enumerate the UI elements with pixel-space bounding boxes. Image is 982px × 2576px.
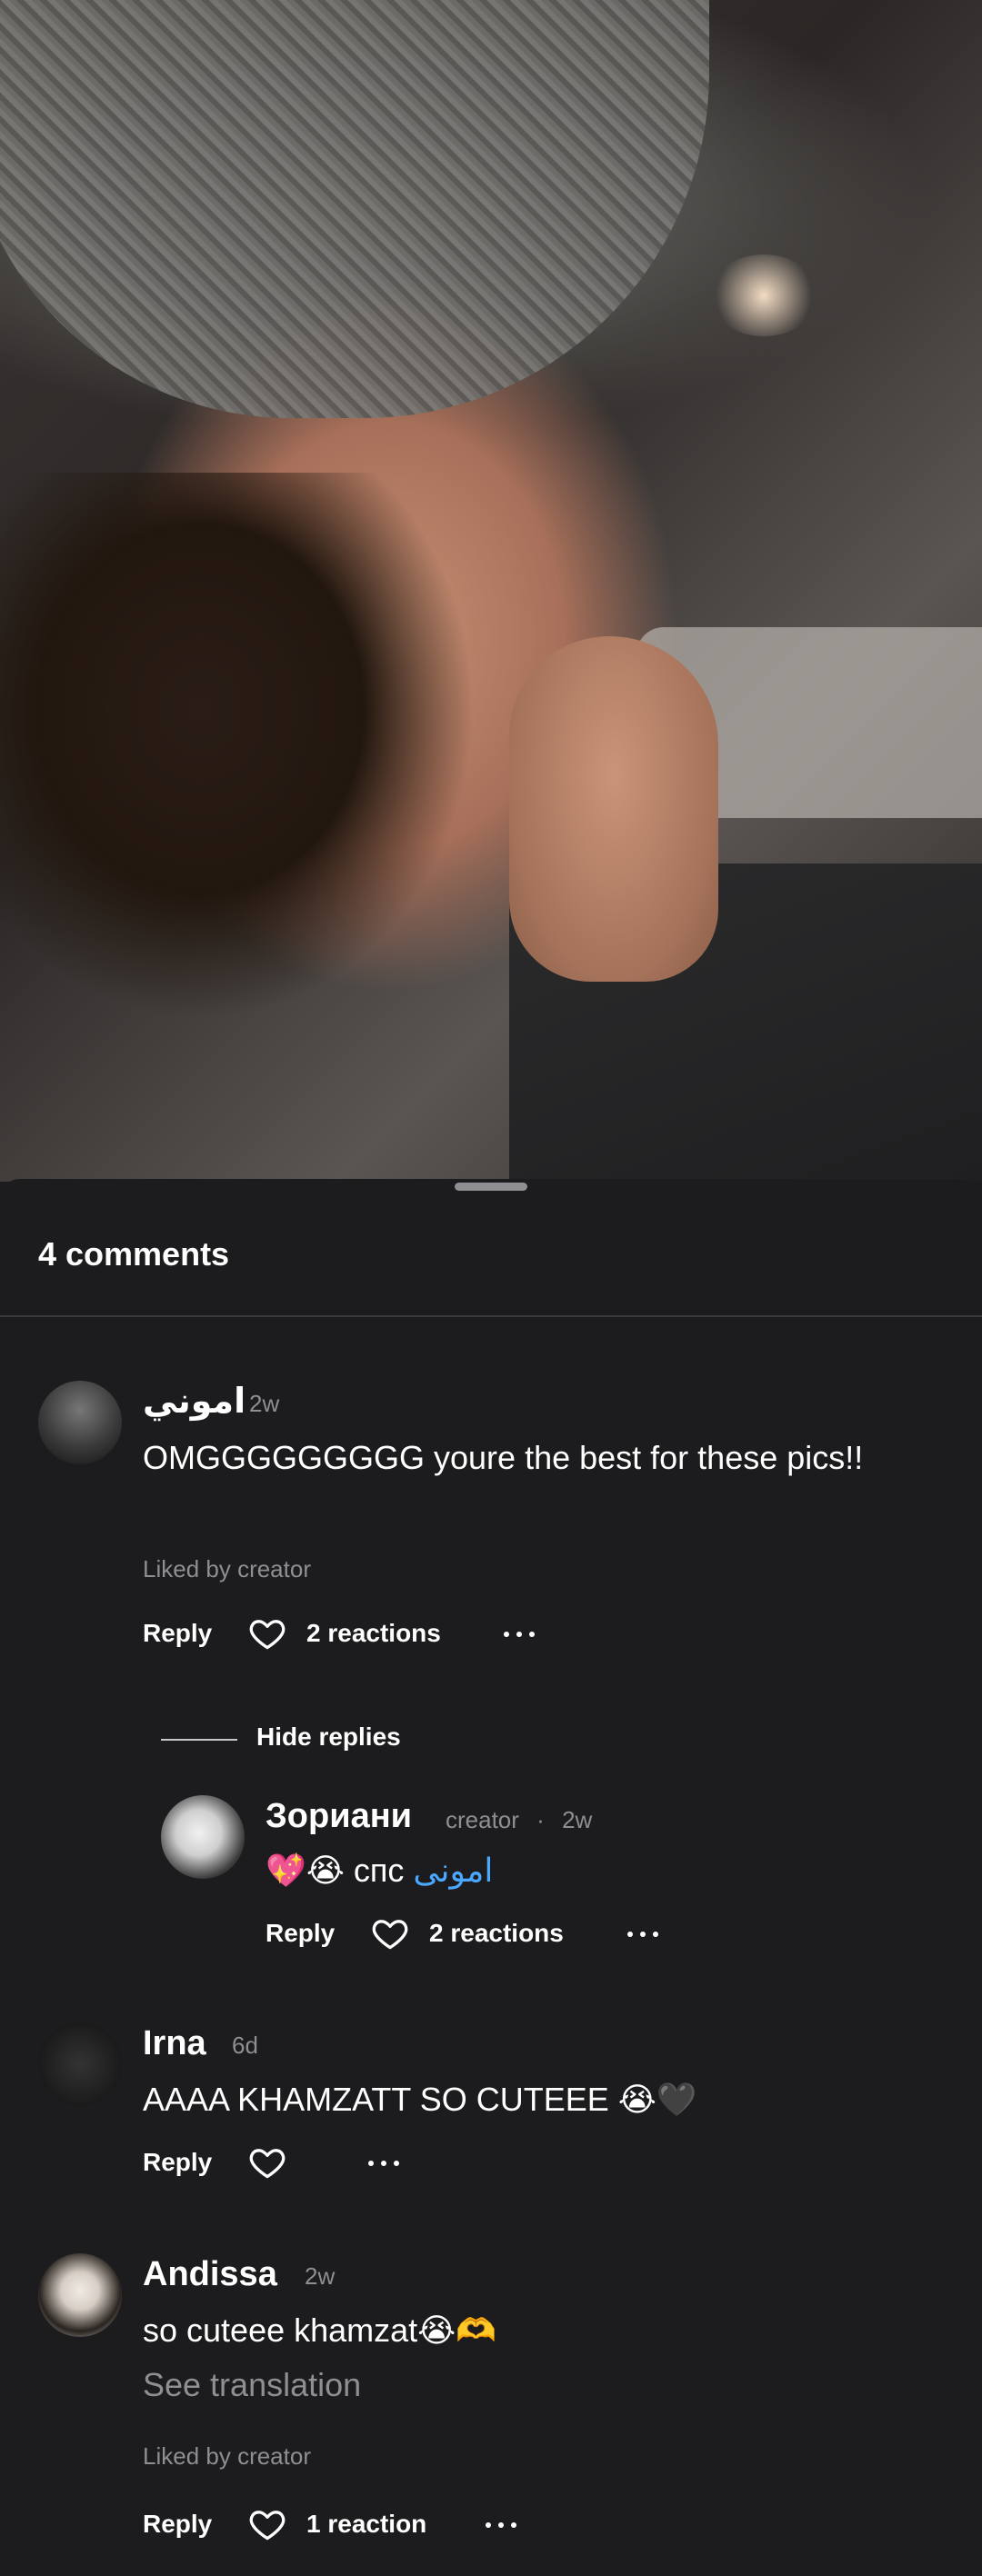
reactions-count[interactable]: 2 reactions	[429, 1919, 564, 1948]
heart-icon[interactable]	[247, 1613, 287, 1653]
avatar[interactable]	[38, 2253, 122, 2337]
reply-time: 2w	[562, 1806, 593, 1833]
comment-text: OMGGGGGGGGG youre the best for these pic…	[143, 1439, 864, 1476]
hide-replies-button[interactable]: Hide replies	[256, 1722, 401, 1752]
post-photo[interactable]	[0, 0, 982, 1182]
comment-emoji: 😭🖤	[617, 2082, 697, 2119]
comment-message: so cuteee khamzat	[143, 2311, 418, 2349]
drag-handle[interactable]	[455, 1183, 527, 1191]
comment-author[interactable]: Irna	[143, 2024, 206, 2063]
photo-hand	[509, 636, 718, 982]
comments-sheet: 4 comments اموني 2w OMGGGGGGGGG youre th…	[0, 1179, 982, 2576]
see-translation-button[interactable]: See translation	[143, 2366, 361, 2404]
heart-icon[interactable]	[247, 2142, 287, 2182]
comment-emoji: 😭🫶	[417, 2312, 497, 2350]
reply-button[interactable]: Reply	[143, 2510, 212, 2539]
comment-time: 2w	[249, 1390, 280, 1417]
liked-by-creator: Liked by creator	[143, 1555, 311, 1583]
creator-label: creator	[446, 1806, 519, 1833]
liked-by-creator: Liked by creator	[143, 2442, 311, 2470]
comment-author[interactable]: Andissa	[143, 2255, 277, 2294]
heart-icon[interactable]	[247, 2504, 287, 2544]
separator-dot: ·	[536, 1806, 545, 1833]
reply-message: спс	[353, 1852, 405, 1889]
comment-author[interactable]: اموني	[143, 1381, 246, 1422]
heart-icon[interactable]	[370, 1913, 410, 1953]
comment-actions: Reply 2 reactions	[0, 1613, 982, 1653]
reply-text: 💖😭 спс امونی	[266, 1848, 493, 1893]
photo-bokeh	[709, 255, 818, 336]
sheet-divider	[0, 1315, 982, 1317]
photo-beard	[0, 473, 509, 1018]
creator-tag: creator · 2w	[446, 1806, 592, 1834]
more-options-icon[interactable]	[626, 1913, 666, 1953]
avatar[interactable]	[38, 2022, 122, 2106]
comment-text: AAAA KHAMZATT SO CUTEEE 😭🖤	[143, 2077, 697, 2122]
reactions-count[interactable]: 2 reactions	[306, 1619, 441, 1648]
reply-button[interactable]: Reply	[143, 1619, 212, 1648]
comment-time: 2w	[305, 2262, 336, 2290]
reply-button[interactable]: Reply	[266, 1919, 335, 1948]
comment-text: so cuteee khamzat😭🫶	[143, 2308, 496, 2353]
hide-replies-line	[161, 1739, 237, 1741]
reply-avatar[interactable]	[161, 1795, 245, 1879]
reply-author[interactable]: Зориани	[266, 1797, 412, 1836]
comment-actions: Reply 1 reaction	[0, 2504, 982, 2544]
more-options-icon[interactable]	[502, 1613, 542, 1653]
reply-emoji: 💖😭	[266, 1852, 345, 1890]
comments-count-title: 4 comments	[38, 1235, 230, 1273]
more-options-icon[interactable]	[366, 2142, 406, 2182]
reply-mention[interactable]: امونی	[413, 1852, 493, 1889]
reactions-count[interactable]: 1 reaction	[306, 2510, 426, 2539]
comment-message: AAAA KHAMZATT SO CUTEEE	[143, 2081, 609, 2118]
more-options-icon[interactable]	[484, 2504, 524, 2544]
avatar[interactable]	[38, 1381, 122, 1464]
reply-button[interactable]: Reply	[143, 2148, 212, 2177]
comment-time: 6d	[232, 2032, 258, 2059]
reply-actions: Reply 2 reactions	[0, 1913, 982, 1953]
comment-actions: Reply	[0, 2142, 982, 2182]
photo-beanie	[0, 0, 709, 418]
